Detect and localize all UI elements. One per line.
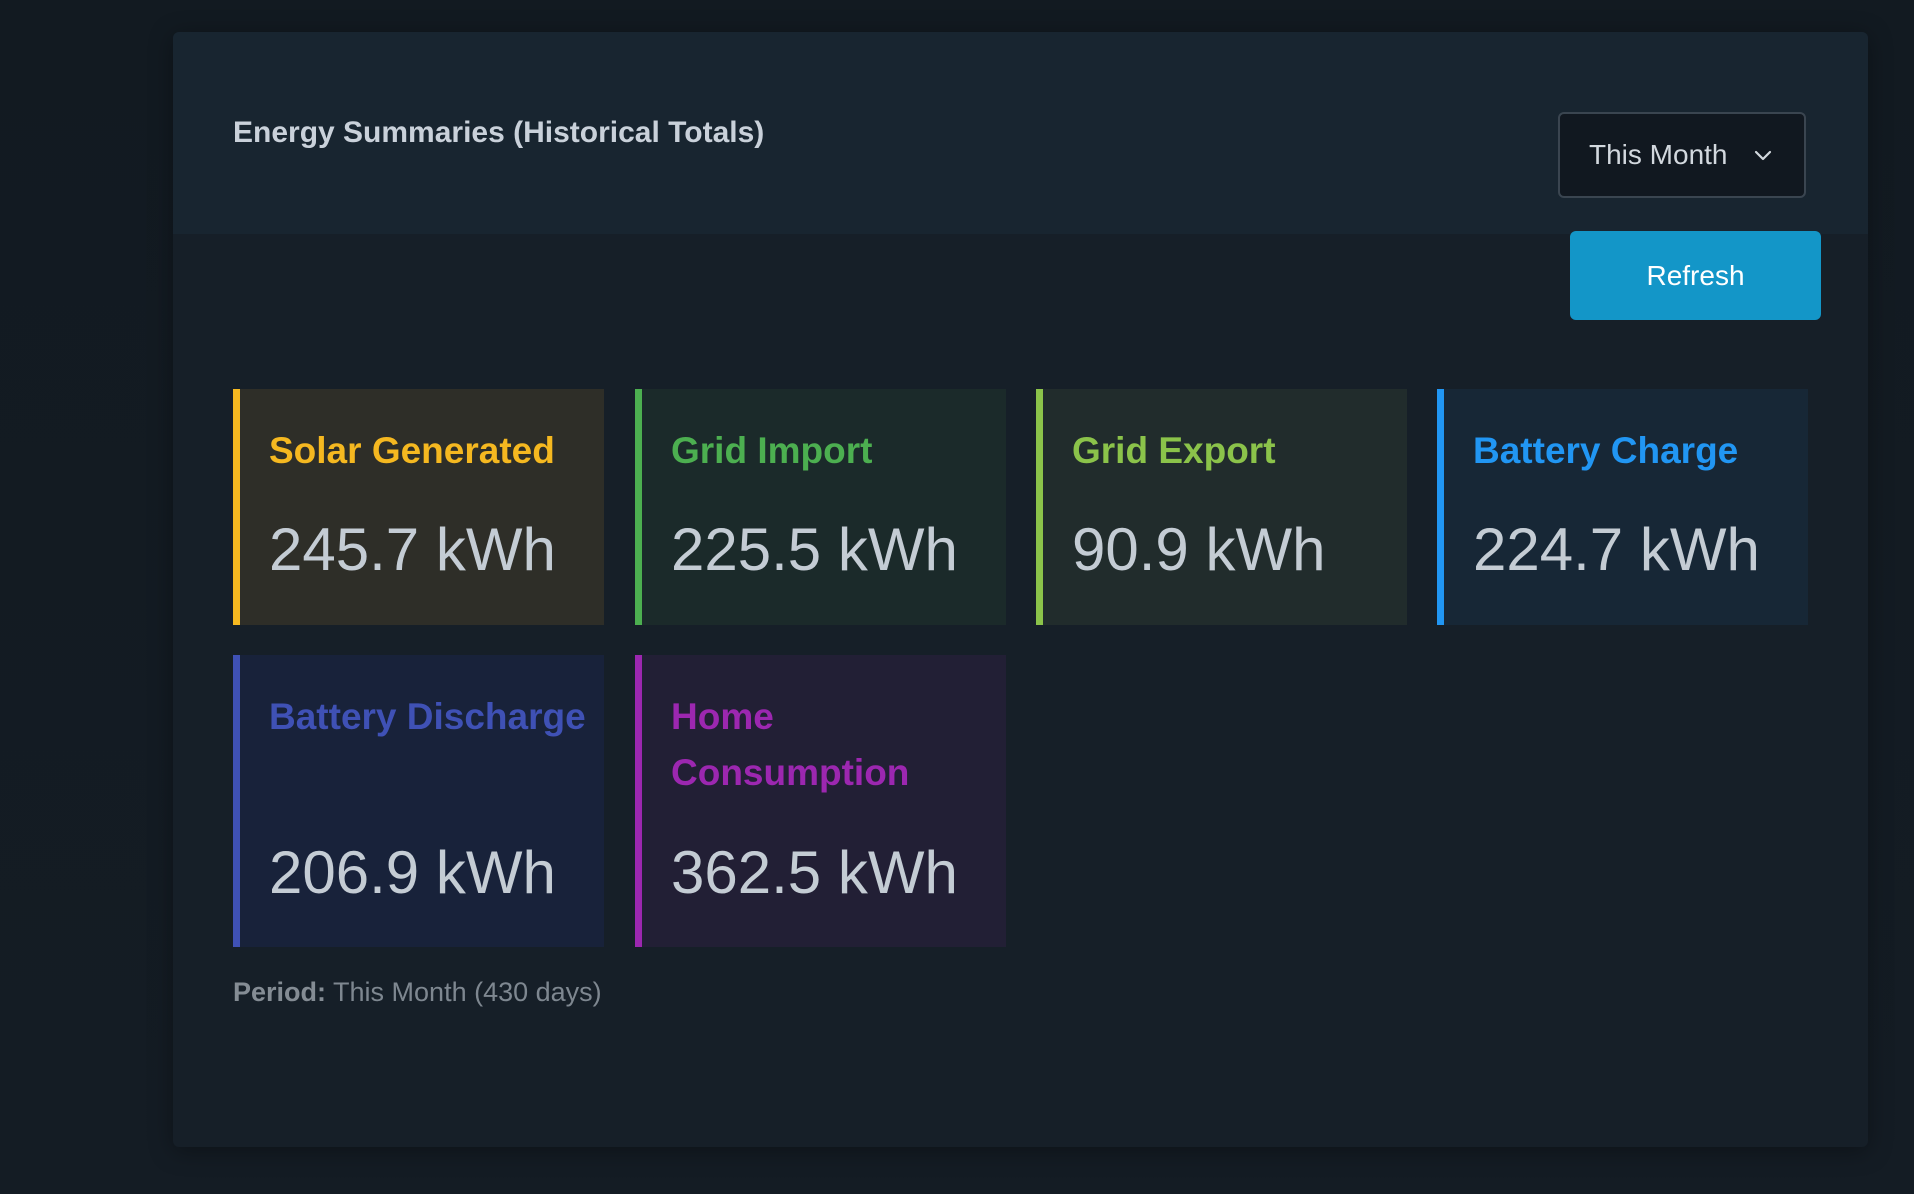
- period-select-value: This Month: [1589, 139, 1728, 170]
- card-label: Solar Generated: [269, 430, 555, 471]
- card-value: 90.9 kWh: [1072, 516, 1326, 583]
- energy-summaries-panel: Energy Summaries (Historical Totals) Thi…: [173, 32, 1868, 1147]
- card-label: Battery Discharge: [269, 696, 586, 737]
- card-value: 362.5 kWh: [671, 839, 958, 906]
- period-footer: Period: This Month (430 days): [233, 977, 602, 1008]
- card-value: 245.7 kWh: [269, 516, 556, 583]
- card-label: Home Consumption: [671, 696, 910, 793]
- chevron-down-icon: [1754, 150, 1772, 161]
- card-battery-charge: Battery Charge 224.7 kWh: [1437, 389, 1808, 625]
- card-grid-export: Grid Export 90.9 kWh: [1036, 389, 1407, 625]
- refresh-button[interactable]: Refresh: [1570, 231, 1821, 320]
- period-text: This Month (430 days): [333, 977, 602, 1007]
- card-label: Battery Charge: [1473, 430, 1739, 471]
- period-select[interactable]: This Month: [1558, 112, 1806, 198]
- card-value: 206.9 kWh: [269, 839, 556, 906]
- card-value: 225.5 kWh: [671, 516, 958, 583]
- card-solar-generated: Solar Generated 245.7 kWh: [233, 389, 604, 625]
- panel-title: Energy Summaries (Historical Totals): [233, 116, 765, 149]
- card-label: Grid Export: [1072, 430, 1276, 471]
- card-value: 224.7 kWh: [1473, 516, 1760, 583]
- card-home-consumption: Home Consumption 362.5 kWh: [635, 655, 1006, 947]
- card-battery-discharge: Battery Discharge 206.9 kWh: [233, 655, 604, 947]
- card-label: Grid Import: [671, 430, 873, 471]
- period-label: Period:: [233, 977, 327, 1007]
- card-grid-import: Grid Import 225.5 kWh: [635, 389, 1006, 625]
- panel-header: Energy Summaries (Historical Totals) Thi…: [173, 32, 1868, 234]
